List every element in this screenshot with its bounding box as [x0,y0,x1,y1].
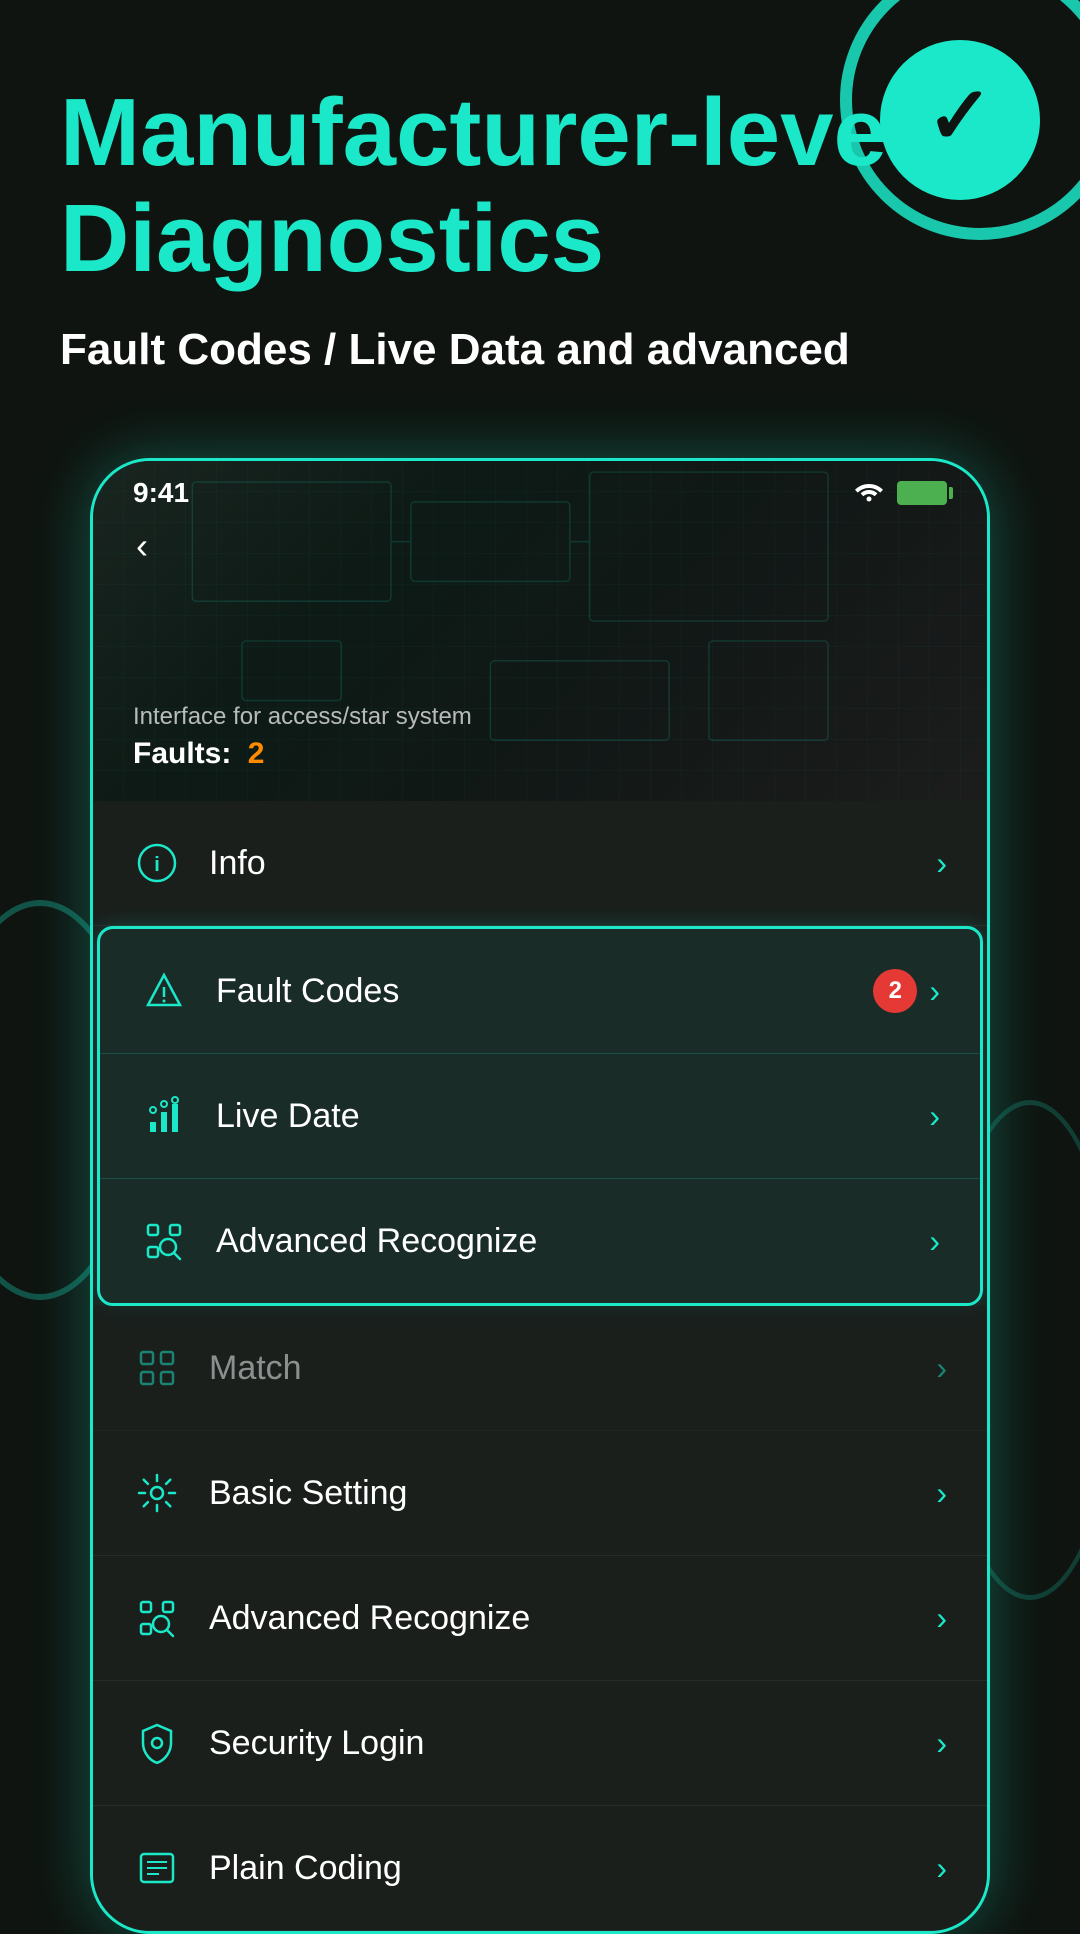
info-label: Info [209,844,266,883]
plain-coding-label: Plain Coding [209,1849,402,1888]
match-chevron-icon: › [936,1350,947,1387]
security-login-right: › [936,1725,947,1762]
menu-item-plain-coding[interactable]: Plain Coding › [93,1806,987,1931]
live-date-label: Live Date [216,1097,360,1136]
basic-setting-right: › [936,1475,947,1512]
menu-item-basic-setting[interactable]: Basic Setting › [93,1431,987,1556]
advanced-recognize-2-icon [133,1594,181,1642]
advanced-recognize-label: Advanced Recognize [216,1222,537,1261]
security-login-left: Security Login [133,1719,424,1767]
info-chevron-icon: › [936,845,947,882]
match-right: › [936,1350,947,1387]
advanced-recognize-2-left: Advanced Recognize [133,1594,530,1642]
back-icon: ‹ [136,525,148,567]
basic-setting-label: Basic Setting [209,1474,407,1513]
plain-coding-right: › [936,1850,947,1887]
match-icon [133,1344,181,1392]
match-label: Match [209,1349,302,1388]
advanced-recognize-chevron-icon: › [929,1223,940,1260]
menu-item-info-left: i Info [133,839,266,887]
advanced-recognize-2-right: › [936,1600,947,1637]
fault-codes-left: Fault Codes [140,967,399,1015]
plain-coding-left: Plain Coding [133,1844,402,1892]
advanced-recognize-left: Advanced Recognize [140,1217,537,1265]
security-login-icon [133,1719,181,1767]
faults-display: Faults: 2 [133,737,472,771]
fault-codes-right: 2 › [873,969,940,1013]
basic-setting-chevron-icon: › [936,1475,947,1512]
menu-item-fault-codes[interactable]: Fault Codes 2 › [100,929,980,1054]
menu-item-match[interactable]: Match › [93,1306,987,1431]
info-right: › [936,845,947,882]
advanced-recognize-2-label: Advanced Recognize [209,1599,530,1638]
plain-coding-icon [133,1844,181,1892]
svg-text:i: i [154,854,160,876]
menu-item-info[interactable]: i Info › [93,801,987,926]
live-date-icon [140,1092,188,1140]
live-date-right: › [929,1098,940,1135]
hero-text-area: Interface for access/star system Faults:… [133,703,472,771]
status-bar: 9:41 [93,461,987,517]
battery-icon [897,481,947,505]
status-time: 9:41 [133,477,189,509]
fault-codes-label: Fault Codes [216,972,399,1011]
menu-item-advanced-recognize-2[interactable]: Advanced Recognize › [93,1556,987,1681]
wifi-icon [853,478,885,508]
faults-count: 2 [248,737,265,770]
plain-coding-chevron-icon: › [936,1850,947,1887]
fault-codes-chevron-icon: › [929,973,940,1010]
match-left: Match [133,1344,302,1392]
main-title: Manufacturer-level Diagnostics [60,80,1020,291]
menu-item-live-date[interactable]: Live Date › [100,1054,980,1179]
basic-setting-left: Basic Setting [133,1469,407,1517]
status-icons [853,478,947,508]
fault-badge: 2 [873,969,917,1013]
menu-item-security-login[interactable]: Security Login › [93,1681,987,1806]
basic-setting-icon [133,1469,181,1517]
live-date-left: Live Date [140,1092,360,1140]
phone-mockup: 9:41 ‹ [90,458,990,1934]
subtitle: Fault Codes / Live Data and advanced [60,321,1020,378]
menu-item-advanced-recognize[interactable]: Advanced Recognize › [100,1179,980,1303]
advanced-recognize-2-chevron-icon: › [936,1600,947,1637]
header: Manufacturer-level Diagnostics Fault Cod… [0,0,1080,418]
live-date-chevron-icon: › [929,1098,940,1135]
highlighted-menu-group: Fault Codes 2 › [97,926,983,1306]
fault-codes-icon [140,967,188,1015]
info-icon: i [133,839,181,887]
faults-label: Faults: [133,737,231,770]
security-login-label: Security Login [209,1724,424,1763]
advanced-recognize-right: › [929,1223,940,1260]
back-button[interactable]: ‹ [117,521,167,571]
security-login-chevron-icon: › [936,1725,947,1762]
interface-label: Interface for access/star system [133,703,472,731]
menu-list: i Info › [93,801,987,1931]
advanced-recognize-icon [140,1217,188,1265]
